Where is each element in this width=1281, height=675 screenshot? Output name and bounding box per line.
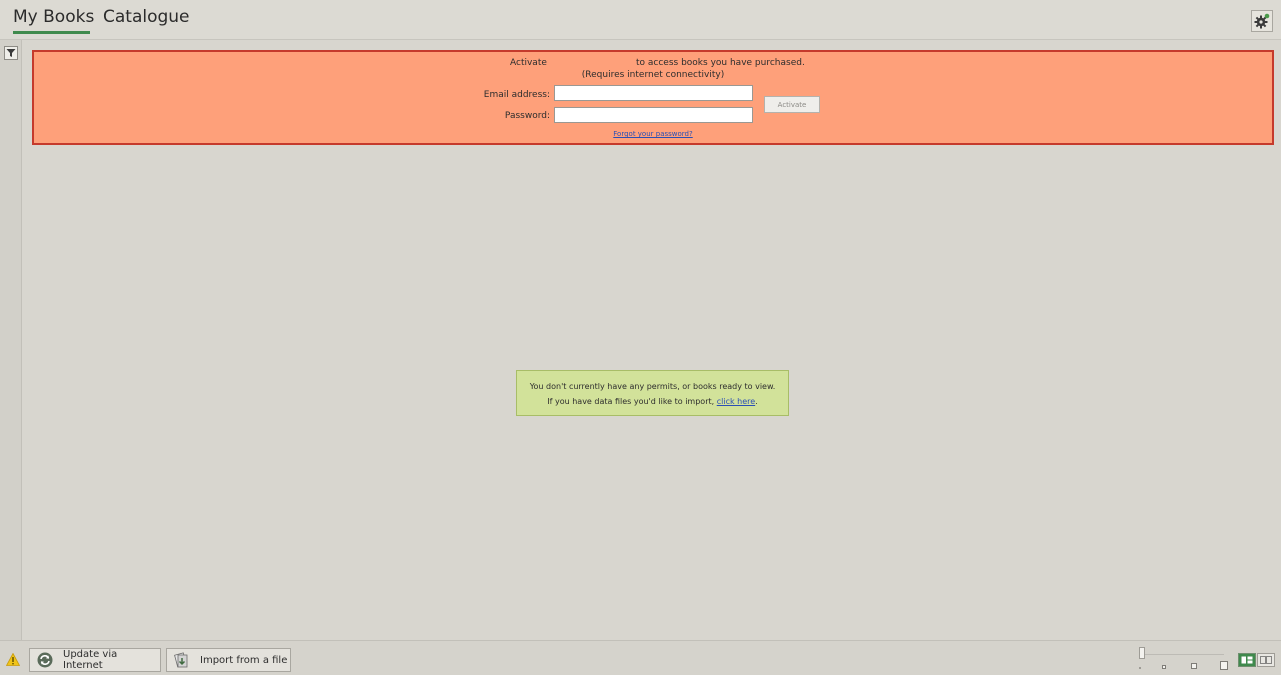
size-tiny-icon[interactable] [1139, 667, 1141, 669]
filter-sidebar [0, 40, 22, 640]
password-label: Password: [504, 111, 550, 121]
update-via-internet-button[interactable]: Update via Internet [29, 648, 161, 672]
import-from-file-label: Import from a file [200, 654, 288, 666]
list-view-icon [1260, 656, 1272, 664]
gear-icon [1254, 13, 1270, 29]
grid-view-button[interactable] [1238, 653, 1256, 667]
import-click-here-link[interactable]: click here [717, 397, 755, 406]
activate-button[interactable]: Activate [764, 96, 820, 113]
slider-track[interactable] [1142, 654, 1224, 655]
view-mode-toggle [1238, 653, 1275, 667]
email-label: Email address: [483, 90, 550, 100]
import-from-file-button[interactable]: Import from a file [166, 648, 291, 672]
active-tab-indicator [13, 31, 90, 34]
size-small-icon[interactable] [1162, 665, 1166, 669]
filter-button[interactable] [4, 46, 18, 60]
notice-line-1: You don't currently have any permits, or… [529, 382, 776, 391]
tab-my-books[interactable]: My Books [13, 6, 94, 28]
filter-icon [6, 49, 16, 57]
activation-banner: Activate to access books you have purcha… [32, 50, 1274, 145]
list-view-button[interactable] [1257, 653, 1275, 667]
notice-line-2-text: If you have data files you'd like to imp… [547, 397, 715, 406]
top-tab-bar: My Books Catalogue [0, 0, 1281, 40]
size-medium-icon[interactable] [1191, 663, 1197, 669]
refresh-icon [37, 652, 53, 668]
thumbnail-size-slider[interactable] [1134, 643, 1229, 673]
bottom-toolbar: Update via Internet Import from a file [0, 640, 1281, 675]
warning-icon[interactable] [6, 653, 20, 666]
size-large-icon[interactable] [1220, 661, 1228, 670]
tab-catalogue[interactable]: Catalogue [103, 6, 190, 28]
empty-library-notice: You don't currently have any permits, or… [516, 370, 789, 416]
notice-line-2-end: . [755, 397, 758, 406]
update-via-internet-label: Update via Internet [63, 649, 118, 671]
activation-message-end: to access books you have purchased. [636, 58, 805, 68]
notice-line-2: If you have data files you'd like to imp… [517, 397, 788, 406]
password-field[interactable] [554, 107, 753, 123]
connectivity-note: (Requires internet connectivity) [581, 70, 725, 80]
grid-view-icon [1241, 656, 1253, 664]
slider-thumb[interactable] [1139, 647, 1145, 659]
forgot-password-link[interactable]: Forgot your password? [34, 130, 1272, 138]
email-field[interactable] [554, 85, 753, 101]
settings-button[interactable] [1251, 10, 1273, 32]
import-icon [174, 652, 188, 668]
activation-message-start: Activate [510, 58, 547, 68]
